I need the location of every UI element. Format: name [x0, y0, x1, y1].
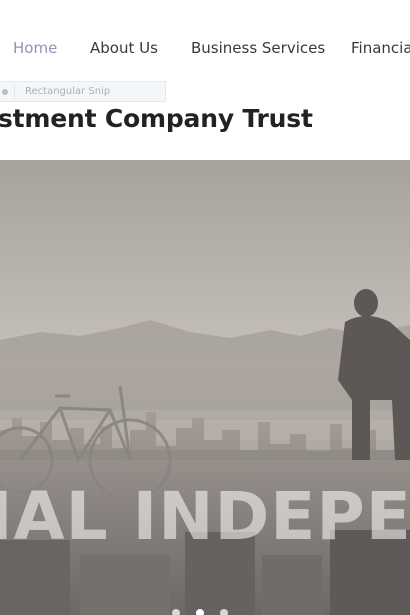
snip-dot-icon — [2, 89, 8, 95]
slide-dot-1[interactable] — [172, 609, 180, 615]
slide-dot-2[interactable] — [196, 609, 204, 615]
nav-home[interactable]: Home — [13, 39, 57, 57]
nav-business-services[interactable]: Business Services — [191, 39, 325, 57]
slide-dot-3[interactable] — [220, 609, 228, 615]
nav-about-us[interactable]: About Us — [90, 39, 158, 57]
page-title: stment Company Trust — [0, 104, 313, 133]
snip-mode-label[interactable]: Rectangular Snip — [25, 86, 110, 97]
hero-overlay-text: IAL INDEPEN — [0, 478, 410, 555]
snip-toolbar[interactable]: Rectangular Snip — [0, 81, 166, 102]
snip-divider — [14, 84, 15, 99]
nav-financial[interactable]: Financia — [351, 39, 410, 57]
main-navigation: Home About Us Business Services Financia — [0, 0, 410, 76]
hero-banner: IAL INDEPEN — [0, 160, 410, 615]
